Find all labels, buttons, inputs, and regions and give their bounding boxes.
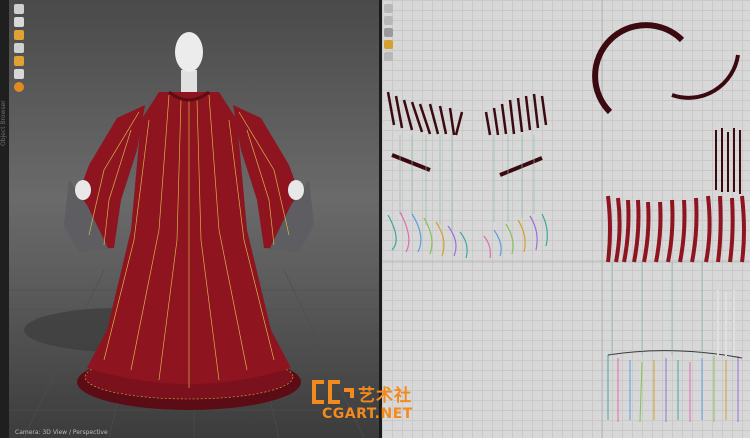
pattern-lower-sleeve-right (483, 213, 548, 259)
rail-label: Object Browser (0, 100, 7, 146)
point-icon[interactable] (384, 16, 393, 25)
pattern-skirt-outlines (607, 290, 743, 423)
simulate-icon[interactable] (14, 30, 24, 40)
avatar-head (175, 32, 203, 72)
watermark-en: CGART.NET (322, 406, 413, 422)
seam-icon[interactable] (384, 28, 393, 37)
cgart-logo (312, 380, 354, 404)
3d-viewport-toolbar (14, 4, 26, 95)
pin-icon[interactable] (14, 43, 24, 53)
select-arrow-icon[interactable] (384, 4, 393, 13)
pattern-lower-sleeve-left (387, 211, 468, 259)
pattern-body-panels (606, 195, 746, 263)
avatar-neck (181, 70, 197, 92)
2d-pattern-canvas (382, 0, 750, 438)
brush-icon[interactable] (14, 69, 24, 79)
pattern-collar-left (592, 22, 685, 115)
viewport-status: Camera: 3D View / Perspective (15, 429, 108, 436)
pattern-sleeve-strips-left (386, 91, 464, 136)
marvelous-designer-window: Object Browser Camera: 3D View / Perspec… (0, 0, 750, 438)
avatar-left-hand (75, 180, 91, 200)
2d-pattern-window[interactable] (382, 0, 750, 438)
3d-scene (9, 32, 379, 438)
guide-lines (611, 262, 703, 355)
3d-viewport[interactable]: Camera: 3D View / Perspective (9, 0, 379, 438)
record-icon[interactable] (14, 82, 24, 92)
avatar-icon[interactable] (14, 17, 24, 27)
watermark-cn: 艺术社 (358, 386, 412, 406)
pattern-sleeve-strips-right (484, 93, 548, 136)
trace-icon[interactable] (14, 56, 24, 66)
sewing-icon[interactable] (384, 40, 393, 49)
pattern-cuff-right (499, 156, 543, 177)
pattern-collar-right (671, 54, 740, 100)
pattern-cuff-left (391, 153, 431, 172)
sphere-icon[interactable] (14, 4, 24, 14)
2d-pattern-toolbar (384, 4, 395, 64)
avatar-right-hand (288, 180, 304, 200)
watermark: 艺术社 CGART.NET (310, 378, 440, 426)
sewing-lines (399, 135, 535, 230)
segment-icon[interactable] (384, 52, 393, 61)
pattern-small-panels (715, 128, 741, 194)
